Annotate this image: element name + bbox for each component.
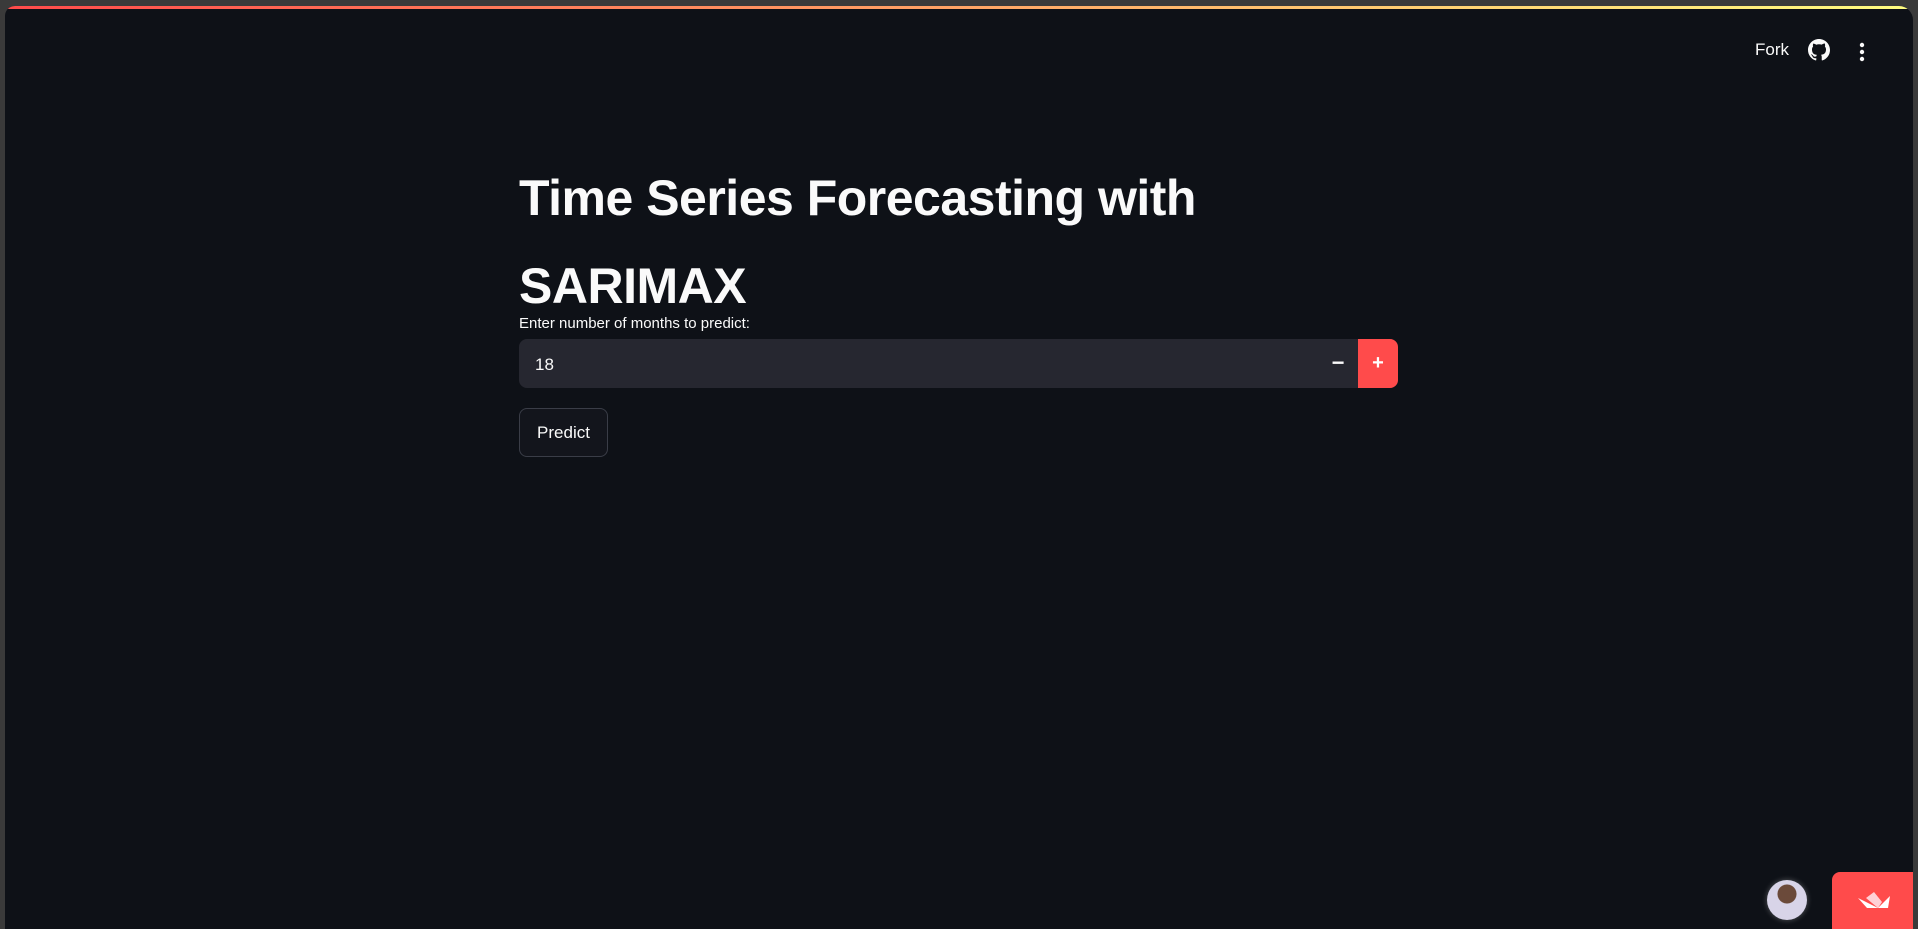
app-window: Fork Time Series Forecasting with SARIMA…	[5, 6, 1913, 929]
months-number-input: − +	[519, 339, 1398, 388]
decrement-button[interactable]: −	[1318, 339, 1358, 388]
predict-button[interactable]: Predict	[519, 408, 608, 457]
months-input[interactable]	[519, 339, 1317, 388]
increment-button[interactable]: +	[1358, 339, 1398, 388]
fork-button[interactable]: Fork	[1755, 40, 1789, 60]
github-icon[interactable]	[1808, 39, 1830, 66]
streamlit-crown-icon	[1858, 892, 1890, 908]
page-title: Time Series Forecasting with SARIMAX	[519, 170, 1196, 314]
months-input-label: Enter number of months to predict:	[519, 315, 750, 332]
kebab-menu-icon[interactable]	[1858, 42, 1866, 67]
top-decoration-bar	[5, 6, 1913, 9]
avatar[interactable]	[1767, 880, 1807, 920]
streamlit-badge[interactable]	[1832, 872, 1913, 929]
